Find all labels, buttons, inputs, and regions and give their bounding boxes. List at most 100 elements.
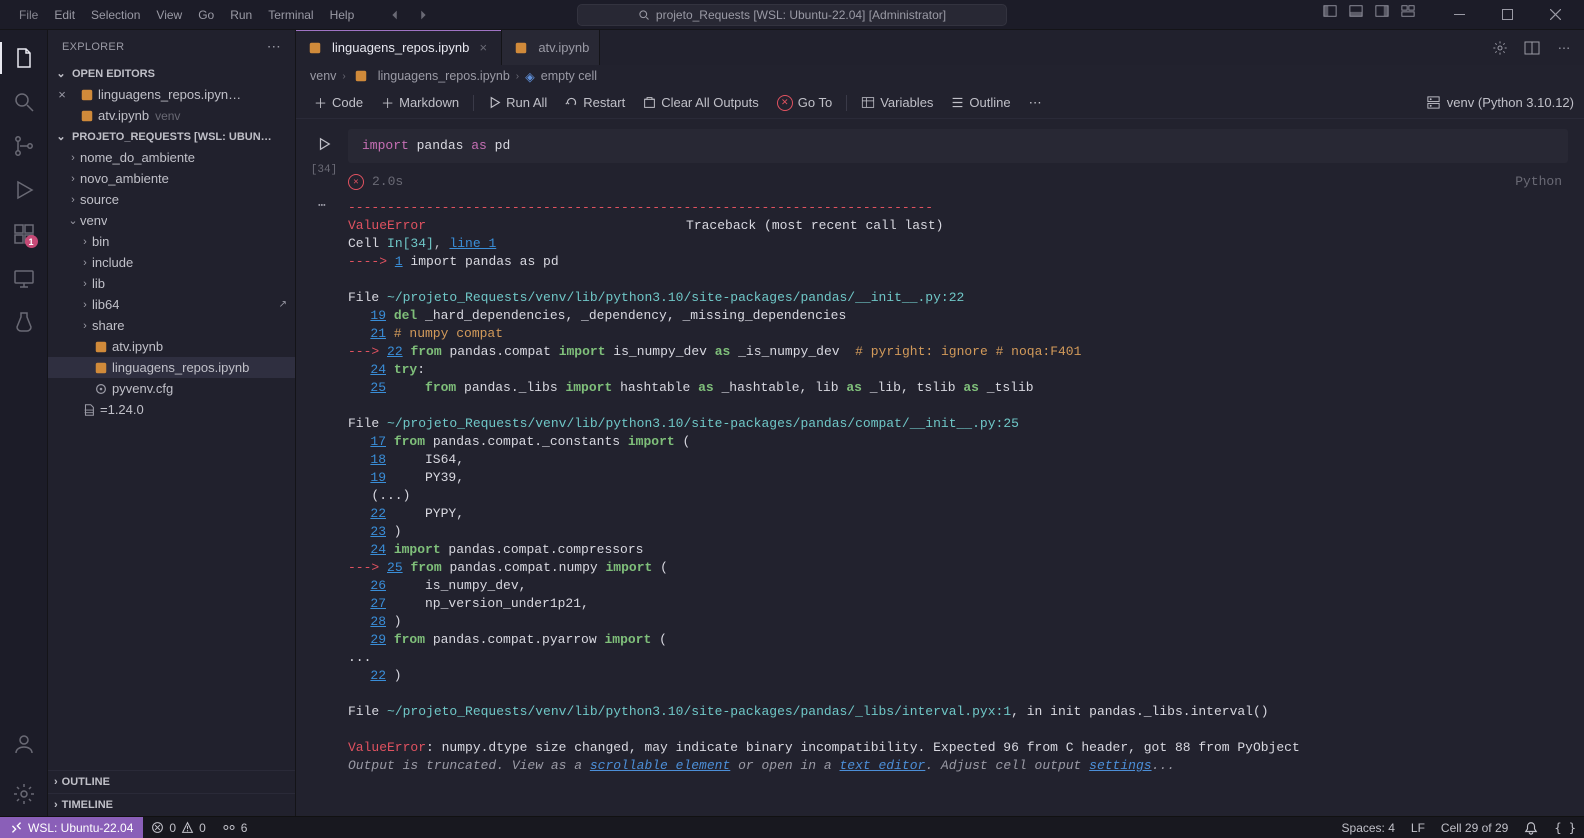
sidebar-more-icon[interactable]: ⋯	[267, 38, 281, 55]
menu-help[interactable]: Help	[323, 4, 362, 26]
menu-run[interactable]: Run	[223, 4, 259, 26]
activity-search-icon[interactable]	[0, 80, 48, 124]
kernel-selector[interactable]: venv (Python 3.10.12)	[1426, 95, 1574, 110]
window-close-icon[interactable]	[1532, 0, 1578, 30]
tree-row[interactable]: ›include	[48, 252, 295, 273]
tree-row[interactable]: ›nome_do_ambiente	[48, 147, 295, 168]
close-icon[interactable]: ×	[475, 40, 491, 55]
tree-row[interactable]: atv.ipynb	[48, 336, 295, 357]
menu-selection[interactable]: Selection	[84, 4, 147, 26]
tree-row[interactable]: =1.24.0	[48, 399, 295, 420]
cell-position[interactable]: Cell 29 of 29	[1433, 821, 1516, 835]
activity-settings-icon[interactable]	[0, 772, 48, 816]
outline-header[interactable]: › OUTLINE	[48, 770, 295, 793]
run-cell-button[interactable]	[313, 133, 335, 155]
open-editors-header[interactable]: ⌄ OPEN EDITORS	[48, 63, 295, 84]
line-link[interactable]: 25	[370, 380, 386, 395]
breadcrumb-segment[interactable]: empty cell	[541, 69, 597, 83]
braces-icon[interactable]: { }	[1546, 821, 1584, 835]
outline-button[interactable]: Outline	[943, 91, 1018, 114]
text-editor-link[interactable]: text editor	[840, 758, 926, 773]
command-center[interactable]: projeto_Requests [WSL: Ubuntu-22.04] [Ad…	[577, 4, 1007, 26]
menu-go[interactable]: Go	[191, 4, 221, 26]
activity-remote-explorer-icon[interactable]	[0, 256, 48, 300]
line-link[interactable]: 23	[370, 524, 386, 539]
activity-accounts-icon[interactable]	[0, 722, 48, 766]
activity-run-debug-icon[interactable]	[0, 168, 48, 212]
activity-explorer-icon[interactable]	[0, 36, 48, 80]
more-icon[interactable]: ⋯	[1554, 38, 1574, 58]
open-editor-item[interactable]: × linguagens_repos.ipyn…	[48, 84, 295, 105]
tree-row[interactable]: ›bin	[48, 231, 295, 252]
menu-view[interactable]: View	[149, 4, 189, 26]
line-link[interactable]: 22	[387, 344, 403, 359]
line-link[interactable]: 25	[387, 560, 403, 575]
layout-toggle-left-icon[interactable]	[1318, 0, 1342, 22]
activity-source-control-icon[interactable]	[0, 124, 48, 168]
line-link[interactable]: 18	[370, 452, 386, 467]
split-editor-icon[interactable]	[1522, 38, 1542, 58]
tree-row[interactable]: ›share	[48, 315, 295, 336]
add-markdown-button[interactable]: ＋Markdown	[373, 89, 467, 116]
line-link[interactable]: 17	[370, 434, 386, 449]
nav-back-icon[interactable]	[383, 3, 407, 27]
activity-extensions-icon[interactable]: 1	[0, 212, 48, 256]
remote-indicator[interactable]: WSL: Ubuntu-22.04	[0, 817, 143, 838]
layout-toggle-right-icon[interactable]	[1370, 0, 1394, 22]
notebook-body[interactable]: [34] ⋯ import pandas as pd ✕ 2.0s Python…	[296, 119, 1584, 816]
window-maximize-icon[interactable]	[1484, 0, 1530, 30]
line-link[interactable]: 19	[370, 308, 386, 323]
customize-layout-icon[interactable]	[1396, 0, 1420, 22]
line-link[interactable]: 21	[370, 326, 386, 341]
line-link[interactable]: 27	[370, 596, 386, 611]
line-link[interactable]: 24	[370, 362, 386, 377]
timeline-header[interactable]: › TIMELINE	[48, 793, 295, 816]
tab-linguagens[interactable]: linguagens_repos.ipynb ×	[296, 30, 502, 65]
cell-language[interactable]: Python	[1515, 173, 1568, 191]
tree-row[interactable]: ⌄venv	[48, 210, 295, 231]
problems-indicator[interactable]: 0 0	[143, 817, 213, 838]
variables-button[interactable]: Variables	[853, 91, 941, 114]
tab-atv[interactable]: atv.ipynb	[502, 30, 600, 65]
restart-button[interactable]: Restart	[557, 91, 633, 114]
goto-button[interactable]: ✕Go To	[769, 91, 840, 115]
indent-indicator[interactable]: Spaces: 4	[1334, 821, 1403, 835]
tree-row[interactable]: ›source	[48, 189, 295, 210]
breadcrumb-segment[interactable]: venv	[310, 69, 336, 83]
project-header[interactable]: ⌄ PROJETO_REQUESTS [WSL: UBUN…	[48, 126, 295, 147]
tree-row[interactable]: linguagens_repos.ipynb	[48, 357, 295, 378]
menu-edit[interactable]: Edit	[47, 4, 82, 26]
cell-more-icon[interactable]: ⋯	[304, 195, 344, 215]
menu-terminal[interactable]: Terminal	[261, 4, 320, 26]
breadcrumb[interactable]: venv › linguagens_repos.ipynb › ◈ empty …	[296, 65, 1584, 87]
layout-toggle-bottom-icon[interactable]	[1344, 0, 1368, 22]
line-link[interactable]: 1	[395, 254, 403, 269]
breadcrumb-segment[interactable]: linguagens_repos.ipynb	[378, 69, 510, 83]
tree-row[interactable]: pyvenv.cfg	[48, 378, 295, 399]
line-link[interactable]: 19	[370, 470, 386, 485]
scrollable-link[interactable]: scrollable element	[590, 758, 730, 773]
nav-forward-icon[interactable]	[411, 3, 435, 27]
line-link[interactable]: line 1	[449, 236, 496, 251]
open-editor-item[interactable]: atv.ipynb venv	[48, 105, 295, 126]
settings-link[interactable]: settings	[1089, 758, 1151, 773]
eol-indicator[interactable]: LF	[1403, 821, 1433, 835]
close-icon[interactable]: ×	[54, 87, 70, 102]
notifications-icon[interactable]	[1516, 821, 1546, 835]
tree-row[interactable]: ›lib	[48, 273, 295, 294]
activity-testing-icon[interactable]	[0, 300, 48, 344]
line-link[interactable]: 22	[370, 668, 386, 683]
ports-indicator[interactable]: 6	[214, 817, 256, 838]
clear-outputs-button[interactable]: Clear All Outputs	[635, 91, 767, 114]
line-link[interactable]: 22	[370, 506, 386, 521]
tree-row[interactable]: ›novo_ambiente	[48, 168, 295, 189]
window-minimize-icon[interactable]	[1436, 0, 1482, 30]
run-all-button[interactable]: Run All	[480, 91, 555, 114]
toolbar-more-icon[interactable]: ⋯	[1021, 91, 1050, 115]
add-code-button[interactable]: ＋Code	[306, 89, 371, 116]
code-input[interactable]: import pandas as pd	[348, 129, 1568, 163]
line-link[interactable]: 28	[370, 614, 386, 629]
line-link[interactable]: 26	[370, 578, 386, 593]
line-link[interactable]: 29	[370, 632, 386, 647]
line-link[interactable]: 24	[370, 542, 386, 557]
